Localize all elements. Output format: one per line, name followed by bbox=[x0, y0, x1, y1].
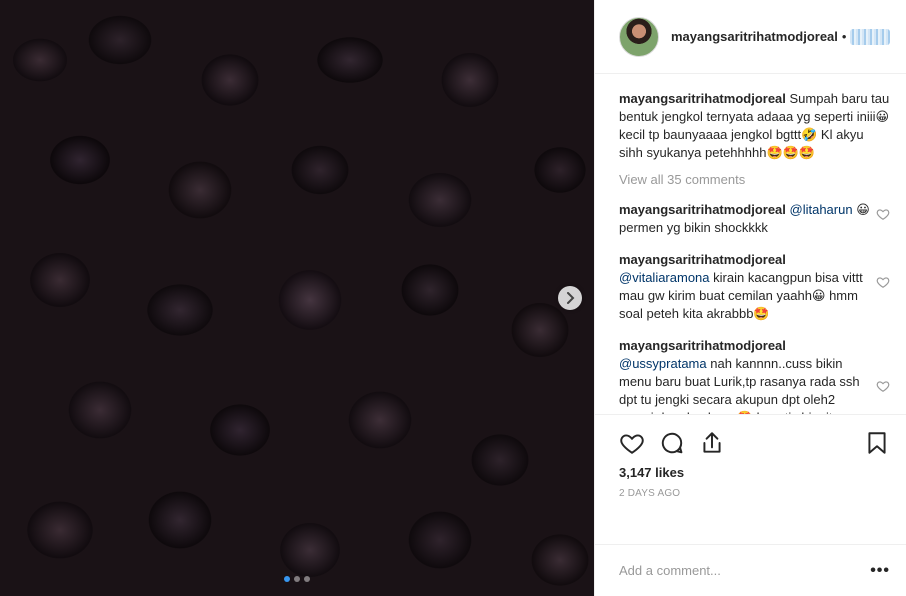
carousel-dot bbox=[294, 576, 300, 582]
follow-button[interactable] bbox=[850, 28, 890, 45]
chevron-right-icon bbox=[567, 292, 575, 304]
instagram-post: mayangsaritrihatmodjoreal • mayangsaritr… bbox=[0, 0, 906, 596]
carousel-indicator bbox=[0, 576, 594, 582]
more-options-button[interactable]: ••• bbox=[870, 562, 890, 580]
action-bar bbox=[619, 423, 890, 463]
view-all-comments-link[interactable]: View all 35 comments bbox=[619, 172, 890, 187]
likes-count[interactable]: 3,147 likes bbox=[619, 465, 890, 480]
post-actions: 3,147 likes 2 DAYS AGO bbox=[595, 414, 906, 544]
comment-username[interactable]: mayangsaritrihatmodjoreal bbox=[619, 252, 786, 267]
comment-like-heart-icon[interactable] bbox=[876, 207, 890, 221]
comment-username[interactable]: mayangsaritrihatmodjoreal bbox=[619, 202, 786, 217]
heart-icon[interactable] bbox=[619, 430, 645, 456]
add-comment-bar: ••• bbox=[595, 544, 906, 596]
comment-like-heart-icon[interactable] bbox=[876, 379, 890, 393]
comment-item: mayangsaritrihatmodjoreal @vitaliaramona… bbox=[619, 251, 890, 323]
carousel-dot bbox=[304, 576, 310, 582]
comment-username[interactable]: mayangsaritrihatmodjoreal bbox=[619, 338, 786, 353]
comment-item: mayangsaritrihatmodjoreal @ussypratama n… bbox=[619, 337, 890, 414]
bookmark-icon[interactable] bbox=[864, 430, 890, 456]
add-comment-input[interactable] bbox=[619, 563, 871, 578]
comment-mention[interactable]: @vitaliaramona bbox=[619, 270, 710, 285]
comments-section[interactable]: mayangsaritrihatmodjoreal Sumpah baru ta… bbox=[595, 74, 906, 414]
header-username[interactable]: mayangsaritrihatmodjoreal bbox=[671, 29, 838, 44]
comment-mention[interactable]: @litaharun bbox=[790, 202, 853, 217]
post-panel: mayangsaritrihatmodjoreal • mayangsaritr… bbox=[594, 0, 906, 596]
post-header: mayangsaritrihatmodjoreal • bbox=[595, 0, 906, 74]
comment-item: mayangsaritrihatmodjoreal @litaharun 😀 p… bbox=[619, 201, 890, 237]
avatar[interactable] bbox=[619, 16, 659, 57]
share-icon[interactable] bbox=[699, 430, 725, 456]
caption: mayangsaritrihatmodjoreal Sumpah baru ta… bbox=[619, 90, 890, 162]
header-separator: • bbox=[841, 29, 847, 44]
comment-mention[interactable]: @ussypratama bbox=[619, 356, 707, 371]
post-photo[interactable] bbox=[0, 0, 594, 596]
caption-username[interactable]: mayangsaritrihatmodjoreal bbox=[619, 91, 786, 106]
comment-icon[interactable] bbox=[659, 430, 685, 456]
carousel-dot bbox=[284, 576, 290, 582]
next-photo-button[interactable] bbox=[558, 286, 582, 310]
comment-like-heart-icon[interactable] bbox=[876, 275, 890, 289]
post-date[interactable]: 2 DAYS AGO bbox=[619, 488, 890, 499]
